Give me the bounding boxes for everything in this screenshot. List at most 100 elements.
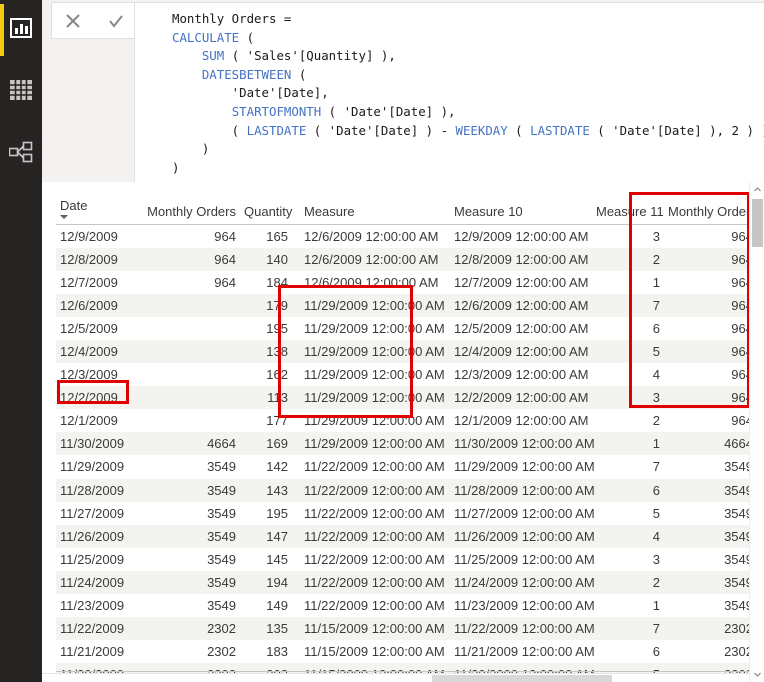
cell-mo[interactable]: 964 [144, 247, 244, 271]
table-row[interactable]: 11/28/2009 3549 143 11/22/2009 12:00:00 AM 1… [56, 478, 763, 502]
cell-date[interactable]: 11/25/2009 [56, 547, 144, 571]
cell-measure[interactable]: 12/6/2009 12:00:00 AM [296, 270, 446, 294]
cell-mo[interactable]: 3549 [144, 594, 244, 618]
table-row[interactable]: 11/21/2009 2302 183 11/15/2009 12:00:00 AM 1… [56, 640, 763, 664]
table-row[interactable]: 12/6/2009 179 11/29/2009 12:00:00 AM 12/6/2… [56, 293, 763, 317]
table-row[interactable]: 12/4/2009 138 11/29/2009 12:00:00 AM 12/4/2… [56, 339, 763, 364]
cell-measure11[interactable]: 3 [596, 386, 668, 410]
cell-measure11[interactable]: 7 [596, 617, 668, 641]
cell-qty[interactable]: 113 [244, 386, 296, 410]
cell-date[interactable]: 12/4/2009 [56, 339, 144, 364]
cell-measure11[interactable]: 2 [596, 247, 668, 271]
horizontal-scroll-thumb[interactable] [432, 675, 612, 682]
cell-measure[interactable]: 12/6/2009 12:00:00 AM [296, 224, 446, 248]
cell-measure[interactable]: 11/29/2009 12:00:00 AM [296, 432, 446, 456]
cell-qty[interactable]: 162 [244, 363, 296, 387]
cell-mo[interactable]: 3549 [144, 478, 244, 502]
cell-measure11[interactable]: 3 [596, 224, 668, 248]
cell-measure11[interactable]: 4 [596, 524, 668, 548]
cell-measure[interactable]: 11/29/2009 12:00:00 AM [296, 339, 446, 364]
cancel-formula-button[interactable] [58, 6, 88, 36]
cell-date[interactable]: 11/24/2009 [56, 570, 144, 594]
scroll-down-button[interactable] [750, 667, 764, 682]
cell-mo[interactable] [144, 363, 244, 387]
sidebar-item-model-view[interactable] [0, 128, 42, 180]
cell-measure[interactable]: 11/29/2009 12:00:00 AM [296, 293, 446, 317]
table-row[interactable]: 11/26/2009 3549 147 11/22/2009 12:00:00 AM 1… [56, 524, 763, 548]
cell-measure10[interactable]: 11/25/2009 12:00:00 AM [446, 547, 596, 571]
cell-measure10[interactable]: 11/30/2009 12:00:00 AM [446, 432, 596, 456]
cell-measure10[interactable]: 11/24/2009 12:00:00 AM [446, 570, 596, 594]
cell-measure[interactable]: 11/22/2009 12:00:00 AM [296, 570, 446, 594]
cell-measure[interactable]: 11/22/2009 12:00:00 AM [296, 478, 446, 502]
cell-measure11[interactable]: 6 [596, 478, 668, 502]
cell-qty[interactable]: 177 [244, 409, 296, 433]
cell-measure[interactable]: 12/6/2009 12:00:00 AM [296, 247, 446, 271]
cell-date[interactable]: 11/28/2009 [56, 478, 144, 502]
cell-measure[interactable]: 11/22/2009 12:00:00 AM [296, 524, 446, 548]
cell-date[interactable]: 12/3/2009 [56, 363, 144, 387]
cell-qty[interactable]: 195 [244, 316, 296, 340]
table-row[interactable]: 11/23/2009 3549 149 11/22/2009 12:00:00 AM 1… [56, 594, 763, 618]
cell-measure11[interactable]: 7 [596, 455, 668, 479]
cell-mo[interactable]: 964 [144, 270, 244, 294]
cell-qty[interactable]: 142 [244, 455, 296, 479]
cell-date[interactable]: 11/23/2009 [56, 594, 144, 618]
vertical-scrollbar[interactable] [749, 182, 764, 682]
cell-measure10[interactable]: 11/22/2009 12:00:00 AM [446, 617, 596, 641]
cell-date[interactable]: 12/9/2009 [56, 224, 144, 248]
table-row[interactable]: 12/1/2009 177 11/29/2009 12:00:00 AM 12/1/2… [56, 409, 763, 433]
cell-date[interactable]: 12/1/2009 [56, 409, 144, 433]
horizontal-scrollbar[interactable] [42, 673, 749, 682]
cell-mo[interactable] [144, 386, 244, 410]
cell-mo[interactable] [144, 293, 244, 317]
cell-date[interactable]: 11/26/2009 [56, 524, 144, 548]
cell-qty[interactable]: 179 [244, 293, 296, 317]
cell-mo[interactable]: 3549 [144, 455, 244, 479]
column-header-date[interactable]: Date [56, 194, 144, 225]
dax-formula-editor[interactable]: Monthly Orders = CALCULATE ( SUM ( 'Sales… [134, 2, 764, 182]
cell-qty[interactable]: 169 [244, 432, 296, 456]
cell-measure11[interactable]: 2 [596, 570, 668, 594]
cell-date[interactable]: 12/5/2009 [56, 316, 144, 340]
cell-mo[interactable]: 3549 [144, 547, 244, 571]
cell-qty[interactable]: 183 [244, 640, 296, 664]
cell-measure[interactable]: 11/29/2009 12:00:00 AM [296, 316, 446, 340]
cell-mo[interactable]: 3549 [144, 501, 244, 525]
table-row[interactable]: 12/7/2009 964 184 12/6/2009 12:00:00 AM 12/7… [56, 270, 763, 294]
cell-qty[interactable]: 195 [244, 501, 296, 525]
cell-date[interactable]: 12/8/2009 [56, 247, 144, 271]
cell-qty[interactable]: 194 [244, 570, 296, 594]
cell-measure10[interactable]: 12/6/2009 12:00:00 AM [446, 293, 596, 317]
cell-measure11[interactable]: 1 [596, 270, 668, 294]
sidebar-item-report-view[interactable] [0, 4, 42, 56]
cell-measure[interactable]: 11/22/2009 12:00:00 AM [296, 594, 446, 618]
cell-measure11[interactable]: 2 [596, 409, 668, 433]
cell-measure[interactable]: 11/22/2009 12:00:00 AM [296, 455, 446, 479]
column-header-measure11[interactable]: Measure 11 [596, 194, 668, 225]
cell-mo[interactable]: 964 [144, 224, 244, 248]
cell-measure11[interactable]: 7 [596, 293, 668, 317]
vertical-scroll-thumb[interactable] [752, 199, 763, 247]
cell-qty[interactable]: 140 [244, 247, 296, 271]
cell-measure11[interactable]: 3 [596, 547, 668, 571]
cell-date[interactable]: 11/22/2009 [56, 617, 144, 641]
cell-measure11[interactable]: 6 [596, 640, 668, 664]
table-row[interactable]: 12/5/2009 195 11/29/2009 12:00:00 AM 12/5/2… [56, 316, 763, 340]
cell-measure10[interactable]: 12/7/2009 12:00:00 AM [446, 270, 596, 294]
cell-date[interactable]: 11/30/2009 [56, 432, 144, 456]
table-row[interactable]: 11/22/2009 2302 135 11/15/2009 12:00:00 AM 1… [56, 617, 763, 641]
cell-measure[interactable]: 11/15/2009 12:00:00 AM [296, 617, 446, 641]
cell-measure[interactable]: 11/29/2009 12:00:00 AM [296, 386, 446, 410]
table-row[interactable]: 11/25/2009 3549 145 11/22/2009 12:00:00 AM 1… [56, 547, 763, 571]
cell-date[interactable]: 11/29/2009 [56, 455, 144, 479]
cell-mo[interactable] [144, 339, 244, 364]
cell-measure10[interactable]: 11/23/2009 12:00:00 AM [446, 594, 596, 618]
cell-mo[interactable]: 3549 [144, 524, 244, 548]
cell-measure10[interactable]: 12/4/2009 12:00:00 AM [446, 339, 596, 364]
cell-measure[interactable]: 11/22/2009 12:00:00 AM [296, 547, 446, 571]
cell-mo[interactable]: 2302 [144, 640, 244, 664]
cell-measure10[interactable]: 11/28/2009 12:00:00 AM [446, 478, 596, 502]
cell-measure10[interactable]: 12/5/2009 12:00:00 AM [446, 316, 596, 340]
cell-qty[interactable]: 145 [244, 547, 296, 571]
